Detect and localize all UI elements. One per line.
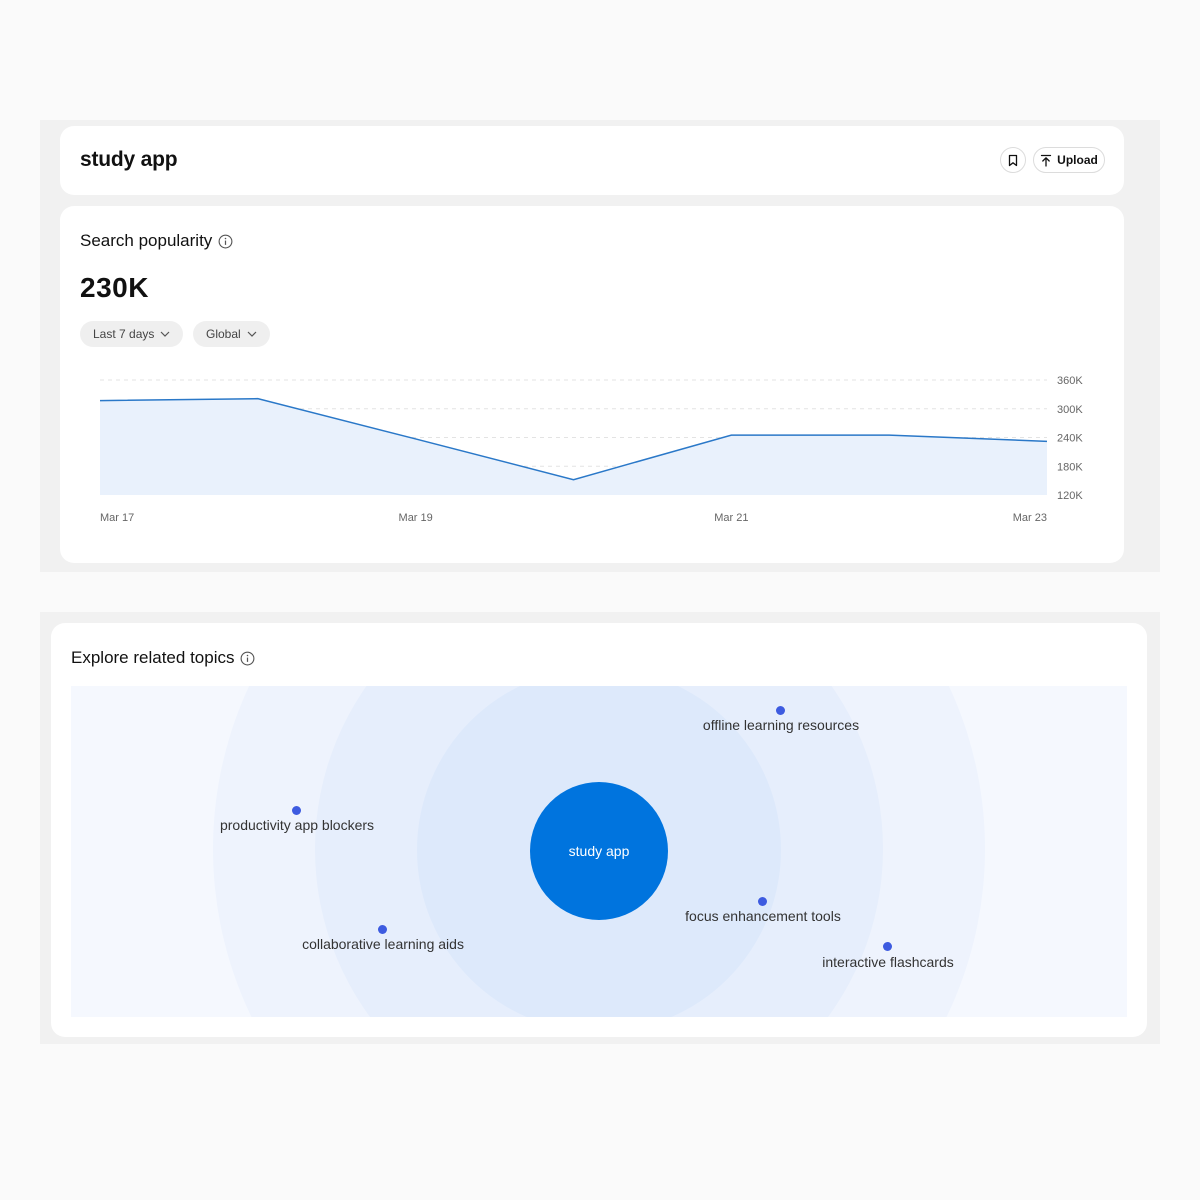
topic-label[interactable]: interactive flashcards (822, 954, 954, 970)
topic-dot[interactable] (292, 806, 301, 815)
y-tick-label: 120K (1057, 490, 1083, 502)
search-popularity-card: Search popularity 230K Last 7 days Globa… (60, 206, 1124, 563)
bookmark-icon (1008, 154, 1018, 166)
info-icon[interactable] (240, 651, 255, 666)
topic-label[interactable]: productivity app blockers (220, 817, 374, 833)
y-tick-label: 360K (1057, 375, 1083, 387)
center-topic-bubble[interactable]: study app (530, 782, 668, 920)
topic-label[interactable]: collaborative learning aids (302, 936, 464, 952)
header-card: study app Upload (60, 126, 1124, 195)
topic-dot[interactable] (776, 706, 785, 715)
area-fill (100, 398, 1047, 495)
topics-bubble-map: study app offline learning resources pro… (71, 686, 1127, 1017)
y-tick-label: 300K (1057, 404, 1083, 416)
x-tick-label: Mar 21 (714, 512, 748, 524)
related-topics-heading: Explore related topics (71, 648, 255, 668)
topic-dot[interactable] (378, 925, 387, 934)
upload-button[interactable]: Upload (1033, 147, 1105, 173)
x-tick-label: Mar 23 (1013, 512, 1047, 524)
topic-dot[interactable] (758, 897, 767, 906)
bookmark-button[interactable] (1000, 147, 1026, 173)
x-tick-label: Mar 19 (399, 512, 433, 524)
upload-icon (1041, 154, 1052, 167)
related-topics-title: Explore related topics (71, 648, 235, 667)
search-popularity-chart: 360K 300K 240K 180K 120K Mar 17 Mar 19 Mar 21 Ma… (99, 375, 1083, 524)
page-title: study app (80, 148, 178, 171)
topic-label[interactable]: focus enhancement tools (685, 908, 841, 924)
topic-dot[interactable] (883, 942, 892, 951)
y-tick-label: 240K (1057, 433, 1083, 445)
related-topics-card: Explore related topics study app offline… (51, 623, 1147, 1037)
upload-label: Upload (1057, 153, 1098, 167)
center-topic-label: study app (568, 843, 630, 859)
topic-label[interactable]: offline learning resources (703, 717, 859, 733)
x-tick-label: Mar 17 (100, 512, 134, 524)
y-tick-label: 180K (1057, 461, 1083, 473)
